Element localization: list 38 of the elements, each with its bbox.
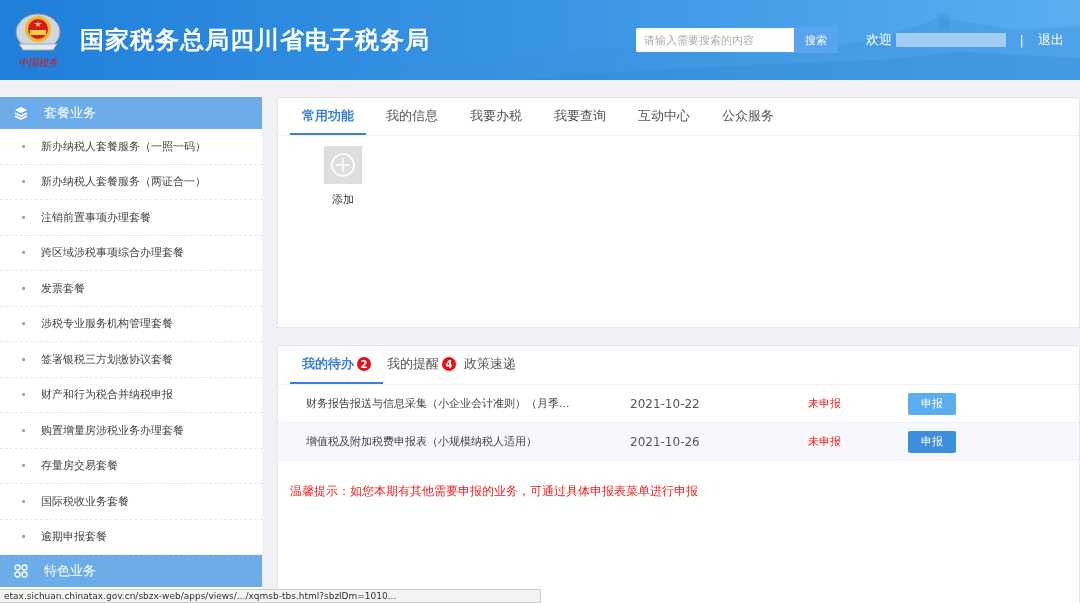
section-title: 套餐业务 [44,104,96,122]
status-bar: etax.sichuan.chinatax.gov.cn/sbzx-web/apps/views/.../xqmsb-tbs.html?sbzlDm=1010... [0,589,541,603]
sidebar-item[interactable]: 财产和行为税合并纳税申报 [41,387,173,403]
tab[interactable]: 我的信息 [374,98,450,135]
sidebar-item[interactable]: 注销前置事项办理套餐 [41,209,151,225]
welcome-text: 欢迎 [865,31,892,49]
sidebar-item[interactable]: 购置增量房涉税业务办理套餐 [41,422,184,438]
tab[interactable]: 公众服务 [710,98,786,135]
tab[interactable]: 我的提醒 4 [383,346,460,384]
sidebar-item[interactable]: 发票套餐 [41,280,85,296]
tab[interactable]: 政策速递 [460,346,520,384]
table-cell-text: 2021-10-26 [630,434,701,449]
table-cell-text: 增值税及附加税费申报表（小规模纳税人适用） [306,434,538,449]
tab[interactable]: 我要办税 [458,98,534,135]
tab[interactable]: 我要查询 [542,98,618,135]
table-cell-text: 2021-10-22 [630,396,701,411]
logo-text: 中国税务 [18,56,58,70]
sidebar-item[interactable]: 跨区域涉税事项综合办理套餐 [41,245,184,261]
todo-row[interactable]: 增值税及附加税费申报表（小规模纳税人适用） 2021-10-26 未申报 申报 [278,423,1079,461]
sidebar-item[interactable]: 新办纳税人套餐服务（一照一码） [41,138,206,154]
sidebar-item[interactable]: 新办纳税人套餐服务（两证合一） [41,174,206,190]
tab[interactable]: 常用功能 [290,98,366,135]
table-cell-text: 财务报告报送与信息采集（小企业会计准则）（月季... [306,396,571,411]
search-field[interactable]: 请输入需要搜索的内容 [635,28,794,52]
sidebar-item[interactable]: 国际税收业务套餐 [41,493,129,509]
sidebar-item[interactable]: 存量房交易套餐 [41,458,118,474]
shortcut-label: 添加 [332,192,354,207]
separator: | [1019,32,1024,48]
site-title: 国家税务总局四川省电子税务局 [80,25,430,56]
sidebar-item[interactable]: 签署银税三方划缴协议套餐 [41,351,173,367]
status-text: 未申报 [808,434,842,449]
count-badge: 4 [442,357,456,371]
sidebar-item[interactable]: 逾期申报套餐 [41,529,107,545]
sidebar-item[interactable]: 涉税专业服务机构管理套餐 [41,316,173,332]
tab[interactable]: 互动中心 [626,98,702,135]
section-title: 特色业务 [44,562,96,580]
status-text: 未申报 [808,396,842,411]
count-badge: 2 [357,357,371,371]
